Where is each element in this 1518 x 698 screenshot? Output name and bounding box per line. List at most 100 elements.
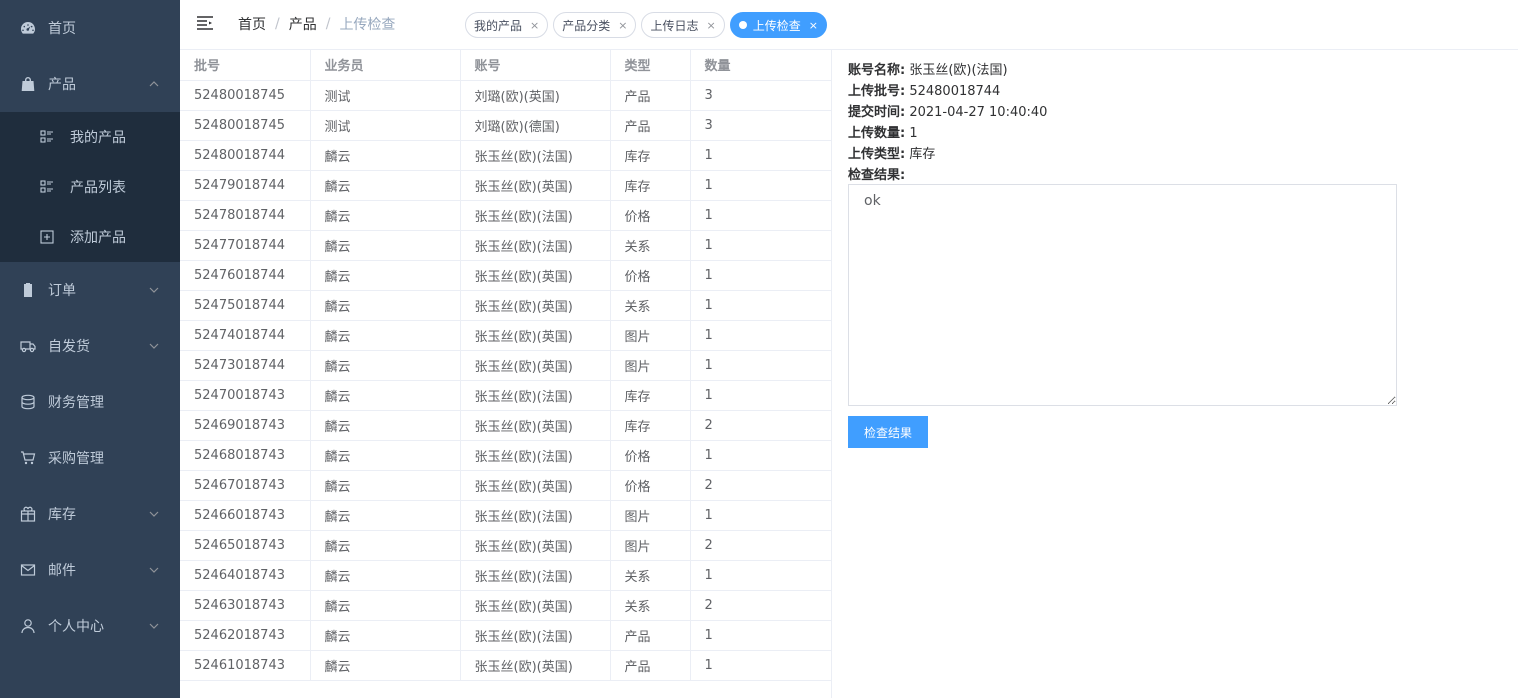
upload-batch-table: 批号 业务员 账号 类型 数量 52480018745 测试 刘璐(欧)(英国) 产品… <box>180 50 832 698</box>
cell-type: 库存 <box>610 170 691 201</box>
sidebar-item-label: 采购管理 <box>48 451 104 467</box>
cell-account: 张玉丝(欧)(法国) <box>460 560 611 591</box>
tag-upload-check[interactable]: 上传检查 × <box>729 12 827 38</box>
table-row[interactable]: 52467018743 麟云 张玉丝(欧)(英国) 价格 2 <box>180 470 831 501</box>
detail-batch-number-value: 52480018744 <box>909 84 1001 99</box>
column-header-batch-no[interactable]: 批号 <box>180 50 311 81</box>
cell-salesperson: 麟云 <box>310 500 461 531</box>
table-row[interactable]: 52480018745 测试 刘璐(欧)(英国) 产品 3 <box>180 80 831 111</box>
sidebar-item-product[interactable]: 产品 <box>0 56 180 112</box>
cell-quantity: 2 <box>690 590 831 621</box>
cell-quantity: 1 <box>690 260 831 291</box>
breadcrumb-current: 上传检查 <box>339 17 396 33</box>
table-row[interactable]: 52477018744 麟云 张玉丝(欧)(法国) 关系 1 <box>180 230 831 261</box>
sidebar-item-profile[interactable]: 个人中心 <box>0 598 180 654</box>
cell-account: 张玉丝(欧)(英国) <box>460 410 611 441</box>
sidebar-item-finance[interactable]: 财务管理 <box>0 374 180 430</box>
sidebar-item-label: 首页 <box>48 21 76 37</box>
table-row[interactable]: 52463018743 麟云 张玉丝(欧)(英国) 关系 2 <box>180 590 831 621</box>
detail-upload-type-label: 上传类型: <box>848 147 906 162</box>
table-row[interactable]: 52462018743 麟云 张玉丝(欧)(法国) 产品 1 <box>180 620 831 651</box>
table-row[interactable]: 52480018744 麟云 张玉丝(欧)(法国) 库存 1 <box>180 140 831 171</box>
column-header-account[interactable]: 账号 <box>460 50 611 81</box>
cell-quantity: 1 <box>690 380 831 411</box>
table-row[interactable]: 52476018744 麟云 张玉丝(欧)(英国) 价格 1 <box>180 260 831 291</box>
cell-account: 张玉丝(欧)(法国) <box>460 500 611 531</box>
hamburger-menu-icon[interactable] <box>196 14 214 32</box>
cell-account: 张玉丝(欧)(英国) <box>460 650 611 681</box>
close-icon[interactable]: × <box>706 19 715 32</box>
breadcrumb-separator: / <box>325 16 331 32</box>
table-row[interactable]: 52478018744 麟云 张玉丝(欧)(法国) 价格 1 <box>180 200 831 231</box>
breadcrumb-home[interactable]: 首页 <box>238 14 266 34</box>
detail-upload-type-row: 上传类型: 库存 <box>848 144 1408 165</box>
close-icon[interactable]: × <box>618 19 627 32</box>
cell-salesperson: 麟云 <box>310 440 461 471</box>
cell-quantity: 1 <box>690 440 831 471</box>
cell-salesperson: 麟云 <box>310 320 461 351</box>
column-header-quantity[interactable]: 数量 <box>690 50 831 81</box>
table-row[interactable]: 52479018744 麟云 张玉丝(欧)(英国) 库存 1 <box>180 170 831 201</box>
sidebar-item-label: 财务管理 <box>48 395 104 411</box>
sidebar-item-self-shipping[interactable]: 自发货 <box>0 318 180 374</box>
cell-type: 关系 <box>610 560 691 591</box>
cell-type: 库存 <box>610 380 691 411</box>
close-icon[interactable]: × <box>809 19 818 32</box>
cell-batch-no: 52477018744 <box>180 230 311 261</box>
cell-salesperson: 麟云 <box>310 470 461 501</box>
cell-salesperson: 麟云 <box>310 350 461 381</box>
column-header-salesperson[interactable]: 业务员 <box>310 50 461 81</box>
cell-type: 关系 <box>610 290 691 321</box>
table-row[interactable]: 52470018743 麟云 张玉丝(欧)(法国) 库存 1 <box>180 380 831 411</box>
sidebar-item-inventory[interactable]: 库存 <box>0 486 180 542</box>
cell-quantity: 1 <box>690 500 831 531</box>
sidebar-item-label: 库存 <box>48 507 76 523</box>
sidebar: 首页 产品 我的产品 产品列表 添加产品 订单 自发货 财务管理 采购管理 库存… <box>0 0 180 698</box>
table-row[interactable]: 52465018743 麟云 张玉丝(欧)(英国) 图片 2 <box>180 530 831 561</box>
sidebar-item-purchasing[interactable]: 采购管理 <box>0 430 180 486</box>
table-row[interactable]: 52475018744 麟云 张玉丝(欧)(英国) 关系 1 <box>180 290 831 321</box>
table-row[interactable]: 52480018745 测试 刘璐(欧)(德国) 产品 3 <box>180 110 831 141</box>
cell-quantity: 1 <box>690 290 831 321</box>
sidebar-item-orders[interactable]: 订单 <box>0 262 180 318</box>
cell-type: 产品 <box>610 80 691 111</box>
chevron-down-icon <box>148 620 160 632</box>
cell-type: 关系 <box>610 230 691 261</box>
cell-salesperson: 麟云 <box>310 140 461 171</box>
submenu-item-my-products[interactable]: 我的产品 <box>0 112 180 162</box>
table-row[interactable]: 52466018743 麟云 张玉丝(欧)(法国) 图片 1 <box>180 500 831 531</box>
tag-upload-log[interactable]: 上传日志 × <box>641 12 725 38</box>
cell-account: 张玉丝(欧)(法国) <box>460 200 611 231</box>
table-row[interactable]: 52469018743 麟云 张玉丝(欧)(英国) 库存 2 <box>180 410 831 441</box>
active-dot-icon <box>738 21 747 29</box>
cell-account: 张玉丝(欧)(英国) <box>460 590 611 621</box>
close-icon[interactable]: × <box>530 19 539 32</box>
cell-type: 价格 <box>610 440 691 471</box>
table-row[interactable]: 52464018743 麟云 张玉丝(欧)(法国) 关系 1 <box>180 560 831 591</box>
user-icon <box>20 618 36 634</box>
breadcrumb-product[interactable]: 产品 <box>289 14 317 34</box>
sidebar-item-mail[interactable]: 邮件 <box>0 542 180 598</box>
check-result-button[interactable]: 检查结果 <box>848 416 928 448</box>
check-result-textarea[interactable]: ok <box>848 184 1397 406</box>
tag-product-category[interactable]: 产品分类 × <box>553 12 637 38</box>
submenu-item-add-product[interactable]: 添加产品 <box>0 212 180 262</box>
table-row[interactable]: 52468018743 麟云 张玉丝(欧)(法国) 价格 1 <box>180 440 831 471</box>
cell-salesperson: 麟云 <box>310 170 461 201</box>
cell-salesperson: 测试 <box>310 80 461 111</box>
sidebar-item-home[interactable]: 首页 <box>0 0 180 56</box>
cell-batch-no: 52461018743 <box>180 650 311 681</box>
table-row[interactable]: 52461018743 麟云 张玉丝(欧)(英国) 产品 1 <box>180 650 831 681</box>
submenu-item-label: 我的产品 <box>70 130 126 146</box>
cell-quantity: 2 <box>690 530 831 561</box>
table-row[interactable]: 52473018744 麟云 张玉丝(欧)(英国) 图片 1 <box>180 350 831 381</box>
tag-label: 上传日志 <box>650 18 699 33</box>
cell-salesperson: 麟云 <box>310 380 461 411</box>
table-row[interactable]: 52474018744 麟云 张玉丝(欧)(英国) 图片 1 <box>180 320 831 351</box>
cell-type: 库存 <box>610 410 691 441</box>
cell-type: 库存 <box>610 140 691 171</box>
tag-my-products[interactable]: 我的产品 × <box>465 12 549 38</box>
cell-account: 刘璐(欧)(英国) <box>460 80 611 111</box>
submenu-item-product-list[interactable]: 产品列表 <box>0 162 180 212</box>
column-header-type[interactable]: 类型 <box>610 50 691 81</box>
